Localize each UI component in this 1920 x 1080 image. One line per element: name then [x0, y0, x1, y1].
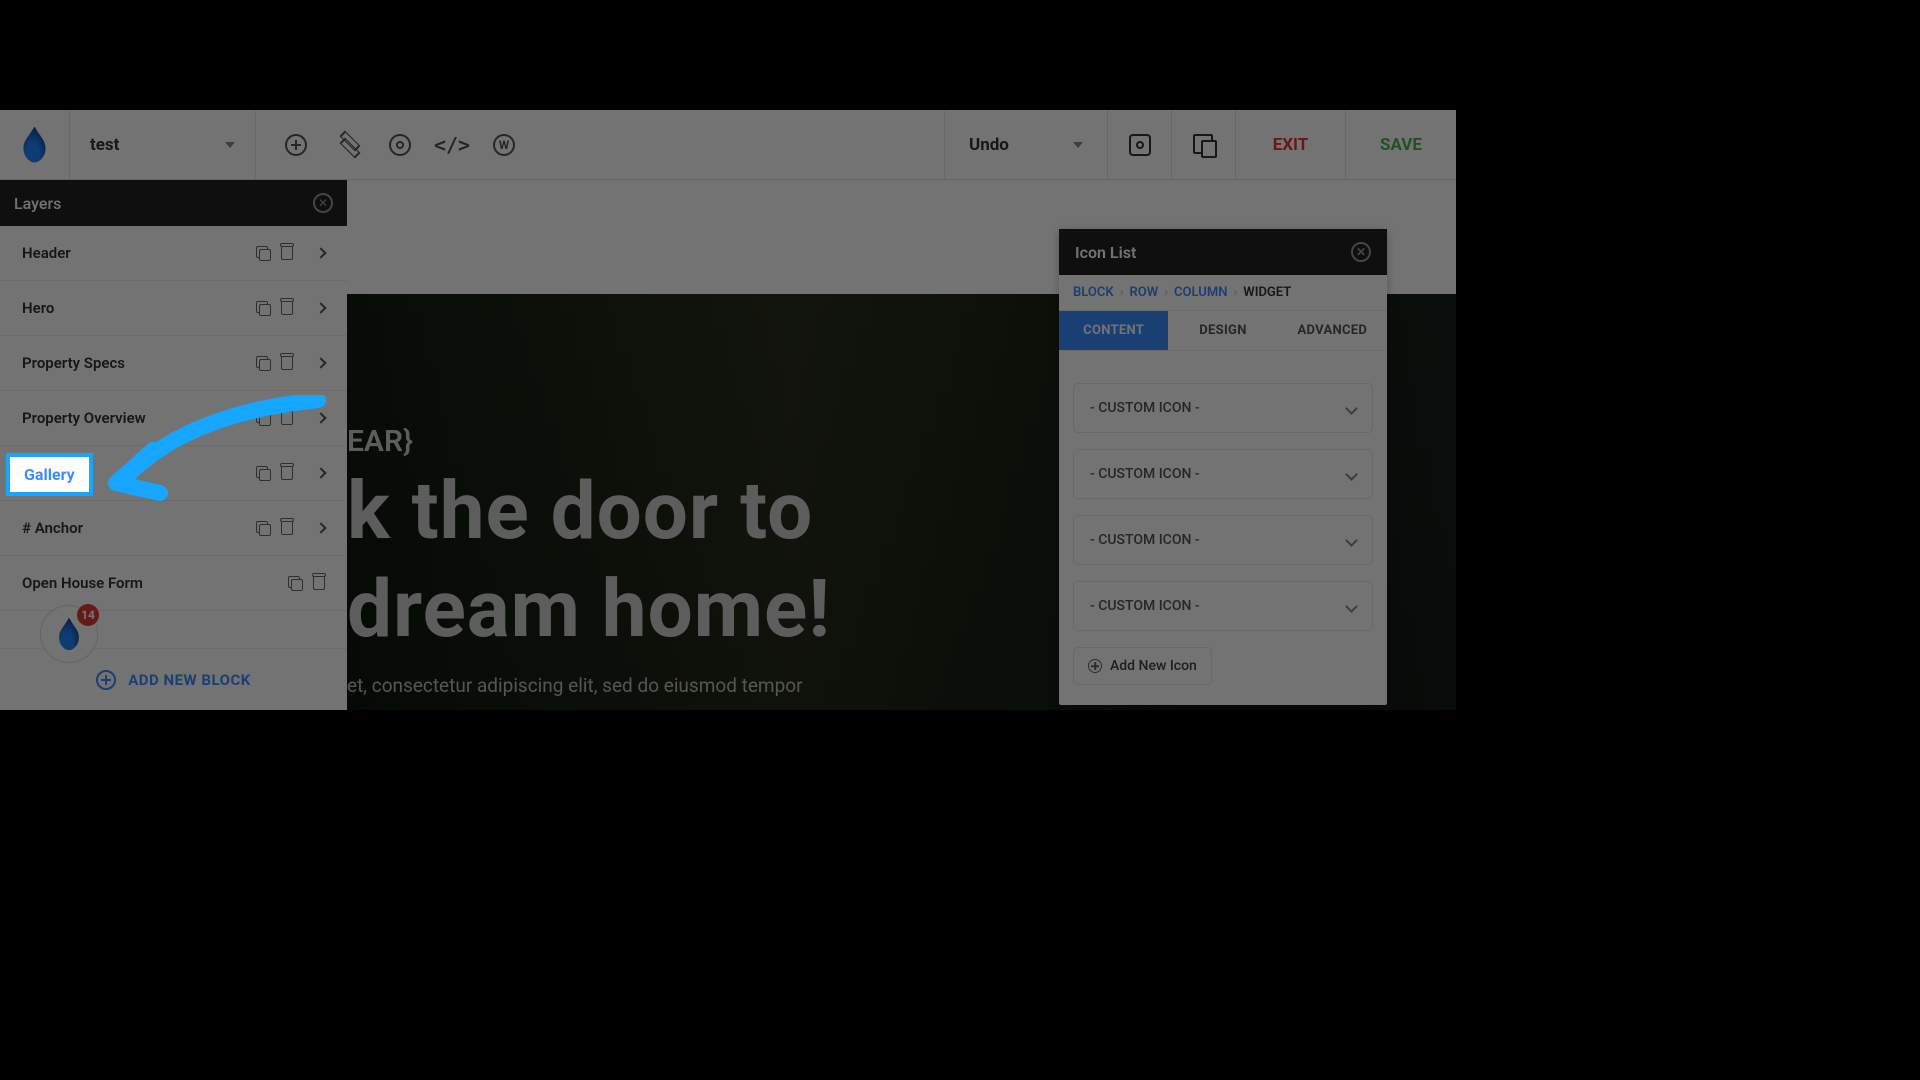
layer-row-anchor[interactable]: # Anchor: [0, 501, 347, 556]
flame-icon: [57, 618, 80, 650]
add-new-icon-button[interactable]: Add New Icon: [1073, 647, 1212, 685]
inspector-header: Icon List ✕: [1059, 229, 1387, 275]
close-icon[interactable]: ✕: [313, 193, 333, 213]
preview-button[interactable]: [1108, 110, 1172, 179]
callout-label: Gallery: [24, 465, 75, 484]
chevron-down-icon: [1345, 534, 1358, 547]
toolbar-icons: </> W: [256, 110, 544, 179]
layers-icon: [337, 134, 359, 156]
icon-list-item[interactable]: - CUSTOM ICON -: [1073, 383, 1373, 433]
chevron-right-icon[interactable]: [315, 302, 326, 313]
chevron-right-icon[interactable]: [315, 247, 326, 258]
duplicate-icon[interactable]: [256, 246, 271, 261]
icon-list-item[interactable]: - CUSTOM ICON -: [1073, 449, 1373, 499]
wordpress-icon: W: [493, 134, 515, 156]
top-toolbar: test </> W Undo EXIT SAVE: [0, 110, 1456, 180]
undo-label: Undo: [969, 135, 1009, 155]
chevron-right-icon[interactable]: [315, 357, 326, 368]
layer-row-hero[interactable]: Hero: [0, 281, 347, 336]
duplicate-icon[interactable]: [256, 356, 271, 371]
layers-list: Header Hero Property Specs Property Over…: [0, 226, 347, 648]
duplicate-icon[interactable]: [256, 301, 271, 316]
crumb-block[interactable]: BLOCK: [1073, 285, 1114, 300]
chevron-down-icon: [225, 142, 235, 148]
hero-subtext: et, consectetur adipiscing elit, sed do …: [347, 674, 803, 697]
code-button[interactable]: </>: [426, 110, 478, 180]
tab-advanced[interactable]: ADVANCED: [1278, 311, 1387, 350]
undo-dropdown[interactable]: Undo: [944, 110, 1108, 179]
plus-circle-icon: [96, 670, 116, 690]
layers-title: Layers: [14, 194, 61, 213]
trash-icon[interactable]: [313, 576, 325, 590]
duplicate-icon[interactable]: [288, 576, 303, 591]
inspector-body: - CUSTOM ICON - - CUSTOM ICON - - CUSTOM…: [1059, 351, 1387, 705]
icon-list-item[interactable]: - CUSTOM ICON -: [1073, 581, 1373, 631]
icon-list-item[interactable]: - CUSTOM ICON -: [1073, 515, 1373, 565]
responsive-button[interactable]: [1172, 110, 1236, 179]
inspector-panel: Icon List ✕ BLOCK› ROW› COLUMN› WIDGET C…: [1059, 229, 1387, 705]
preview-icon: [1129, 134, 1151, 156]
trash-icon[interactable]: [281, 411, 293, 425]
exit-button[interactable]: EXIT: [1236, 110, 1346, 179]
app-logo[interactable]: [0, 110, 70, 179]
save-button[interactable]: SAVE: [1346, 110, 1456, 179]
tab-content[interactable]: CONTENT: [1059, 311, 1168, 350]
chevron-down-icon: [1345, 468, 1358, 481]
chevron-right-icon[interactable]: [315, 522, 326, 533]
crumb-column[interactable]: COLUMN: [1174, 285, 1227, 300]
chevron-right-icon[interactable]: [315, 467, 326, 478]
notification-badge[interactable]: 14: [40, 605, 98, 663]
flame-icon: [22, 127, 48, 163]
inspector-title: Icon List: [1075, 243, 1136, 262]
page-name: test: [90, 135, 119, 155]
tab-design[interactable]: DESIGN: [1168, 311, 1277, 350]
chevron-down-icon: [1345, 402, 1358, 415]
trash-icon[interactable]: [281, 356, 293, 370]
trash-icon[interactable]: [281, 466, 293, 480]
chevron-down-icon: [1345, 600, 1358, 613]
duplicate-icon[interactable]: [256, 521, 271, 536]
chevron-right-icon[interactable]: [315, 412, 326, 423]
chevron-down-icon: [1073, 142, 1083, 148]
trash-icon[interactable]: [281, 521, 293, 535]
inspector-tabs: CONTENT DESIGN ADVANCED: [1059, 310, 1387, 351]
wordpress-button[interactable]: W: [478, 110, 530, 180]
close-icon[interactable]: ✕: [1351, 242, 1371, 262]
layers-button[interactable]: [322, 110, 374, 180]
plus-circle-icon: [285, 134, 307, 156]
layer-row-open-house-form[interactable]: Open House Form: [0, 556, 347, 611]
gear-icon: [389, 134, 411, 156]
callout-gallery-highlight: Gallery: [6, 453, 93, 496]
crumb-row[interactable]: ROW: [1129, 285, 1158, 300]
add-button[interactable]: [270, 110, 322, 180]
trash-icon[interactable]: [281, 301, 293, 315]
hero-heading: k the door to dream home!: [347, 464, 831, 656]
trash-icon[interactable]: [281, 246, 293, 260]
plus-circle-icon: [1088, 659, 1102, 673]
layer-row-header[interactable]: Header: [0, 226, 347, 281]
layer-row-property-overview[interactable]: Property Overview: [0, 391, 347, 446]
layer-row-property-specs[interactable]: Property Specs: [0, 336, 347, 391]
code-icon: </>: [434, 133, 470, 157]
inspector-breadcrumb: BLOCK› ROW› COLUMN› WIDGET: [1059, 275, 1387, 310]
settings-button[interactable]: [374, 110, 426, 180]
hero-tag: EAR}: [347, 424, 413, 459]
duplicate-icon[interactable]: [256, 411, 271, 426]
crumb-widget: WIDGET: [1243, 285, 1291, 300]
badge-count: 14: [77, 604, 99, 626]
devices-icon: [1193, 134, 1215, 156]
duplicate-icon[interactable]: [256, 466, 271, 481]
layers-panel-header: Layers ✕: [0, 180, 347, 226]
page-selector[interactable]: test: [70, 110, 256, 179]
